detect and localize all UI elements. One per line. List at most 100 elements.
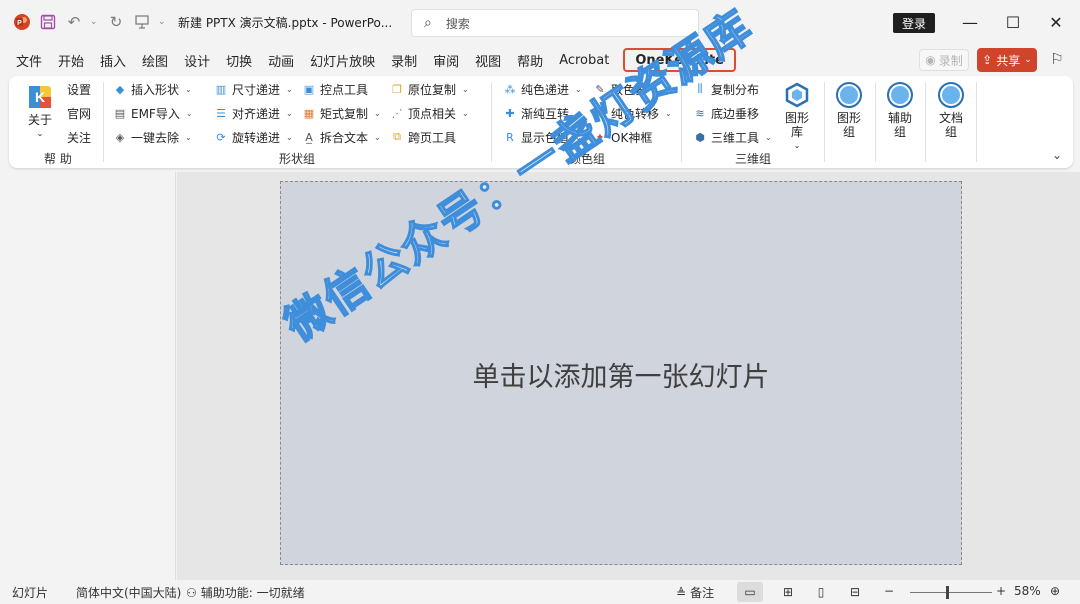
zoom-slider-track[interactable] [910,592,992,593]
in-place-copy-button[interactable]: ❐ 原位复制 ⌄ [390,79,469,99]
size-step-button[interactable]: ▥ 尺寸递进 ⌄ [214,79,293,99]
share-button[interactable]: ⇪ 共享 ⌄ [977,48,1037,72]
save-icon[interactable] [38,12,58,32]
insert-shape-button[interactable]: ◆ 插入形状 ⌄ [113,79,192,99]
aux-group-button[interactable]: 辅助组 [883,82,917,139]
chevron-down-icon: ⌄ [1024,55,1032,65]
tab-record[interactable]: 录制 [383,46,425,74]
tab-view[interactable]: 视图 [467,46,509,74]
show-color-button[interactable]: R 显示色值 ⌄ [503,127,582,147]
language-indicator[interactable]: 简体中文(中国大陆) [76,584,181,601]
pure-step-button[interactable]: ⁂ 纯色递进 ⌄ [503,79,582,99]
redo-icon[interactable]: ↻ [106,12,126,32]
emf-import-button[interactable]: ▤ EMF导入 ⌄ [113,103,193,123]
control-point-icon: ▣ [303,82,315,96]
slideshow-view-button[interactable]: ⊟ [842,582,868,602]
one-click-remove-button[interactable]: ◈ 一键去除 ⌄ [113,127,192,147]
copy-icon: ❐ [392,82,402,96]
chevron-down-icon: ⌄ [185,108,193,118]
slide-count: 幻灯片 [12,586,49,600]
in-place-copy-label: 原位复制 [408,82,457,97]
ok-frame-button[interactable]: ✦ OK神框 [593,127,652,147]
presentation-icon[interactable] [132,12,152,32]
doc-group-button[interactable]: 文档组 [934,82,968,139]
tab-help[interactable]: 帮助 [509,46,551,74]
search-box[interactable]: ⌕ 搜索 [411,9,699,37]
tab-file[interactable]: 文件 [8,46,50,74]
pure-convert-button[interactable]: ❖ 纯色转移 ⌄ [593,103,672,123]
tab-slideshow[interactable]: 幻灯片放映 [302,46,383,74]
cross-page-button[interactable]: ⧉ 跨页工具 [390,127,456,147]
separator [103,82,104,162]
copy-distribute-button[interactable]: ⫼ 复制分布 [693,79,759,99]
emf-import-label: EMF导入 [131,106,180,121]
slide-thumbnail-pane[interactable] [0,172,176,580]
slide-sorter-button[interactable]: ⊞ [775,582,801,602]
fit-slide-icon[interactable]: ⊕ [1050,584,1060,598]
undo-icon[interactable]: ↶ [64,12,84,32]
tab-acrobat[interactable]: Acrobat [551,46,617,74]
color-picker-button[interactable]: ✎ 取色器 [593,79,647,99]
reading-view-button[interactable]: ▯ [808,582,834,602]
collapse-ribbon-icon[interactable]: ⌄ [1052,148,1062,162]
tab-onekey-lite[interactable]: OneKey Lite [623,48,736,72]
powerpoint-logo-icon: P [12,12,32,32]
website-button[interactable]: 官网 [67,103,91,123]
zoom-in-button[interactable]: + [996,584,1006,598]
accessibility-label: 辅助功能: 一切就绪 [200,586,305,600]
chevron-down-icon: ⌄ [36,129,44,138]
tab-design[interactable]: 设计 [176,46,218,74]
split-text-button[interactable]: A̲ 拆合文本 ⌄ [302,127,380,147]
vertex-related-button[interactable]: ⋰ 顶点相关 ⌄ [390,103,469,123]
shape-library-label: 图形库 [784,111,809,139]
zoom-level[interactable]: 58% [1014,584,1041,598]
ok-frame-label: OK神框 [611,130,653,145]
tab-draw[interactable]: 绘图 [134,46,176,74]
login-button[interactable]: 登录 [893,13,935,33]
graphic-group-button[interactable]: 图形组 [832,82,866,139]
normal-view-button[interactable]: ▭ [737,582,763,602]
search-icon: ⌕ [424,15,432,31]
eraser-icon: ◈ [115,130,125,144]
tab-review[interactable]: 审阅 [425,46,467,74]
gradient-swap-label: 渐纯互转 [521,106,570,121]
about-label: 关于 [27,113,52,127]
zoom-slider-thumb[interactable] [946,586,949,599]
base-perpendicular-button[interactable]: ≋ 底边垂移 [693,103,759,123]
chevron-down-icon: ⌄ [575,84,582,94]
close-button[interactable]: ✕ [1041,8,1071,36]
follow-button[interactable]: 关注 [67,127,91,147]
control-point-label: 控点工具 [320,82,369,97]
align-step-button[interactable]: ☰ 对齐递进 ⌄ [214,103,293,123]
record-button[interactable]: ◉ 录制 [919,49,969,71]
minimize-button[interactable]: — [955,8,985,36]
graphic-group-label: 图形组 [836,111,861,139]
split-text-label: 拆合文本 [320,130,369,145]
settings-button[interactable]: 设置 [67,79,91,99]
rotate-step-button[interactable]: ⟳ 旋转递进 ⌄ [214,127,292,147]
ribbon: K 关于 ⌄ 设置 官网 关注 帮 助 ◆ 插入形状 ⌄ ▤ EMF导入 ⌄ ◈ 一键去除… [9,76,1073,168]
comments-icon[interactable]: ⚐ [1046,48,1068,70]
accessibility-status[interactable]: ⚇ 辅助功能: 一切就绪 [186,584,305,601]
slide[interactable]: 单击以添加第一张幻灯片 [280,181,962,565]
vertex-icon: ⋰ [391,106,403,120]
gradient-swap-button[interactable]: ✚ 渐纯互转 ⌄ [503,103,581,123]
customize-qa-icon[interactable]: ⌄ [158,17,168,27]
matrix-copy-button[interactable]: ▦ 矩式复制 ⌄ [302,103,381,123]
tab-home[interactable]: 开始 [50,46,92,74]
record-label: 录制 [938,53,963,68]
tab-transitions[interactable]: 切换 [218,46,260,74]
notes-button[interactable]: ≜ 备注 [676,584,714,601]
maximize-button[interactable]: ☐ [998,8,1028,36]
control-point-button[interactable]: ▣ 控点工具 [302,79,368,99]
tab-animations[interactable]: 动画 [260,46,302,74]
onekey-logo-icon: K [29,86,51,108]
tab-insert[interactable]: 插入 [92,46,134,74]
about-button[interactable]: K 关于 ⌄ [23,84,57,141]
color-dots-icon: ⁂ [504,82,516,96]
three-d-tools-button[interactable]: ⬢ 三维工具 ⌄ [693,127,772,147]
undo-dropdown-icon[interactable]: ⌄ [90,17,100,27]
slide-placeholder[interactable]: 单击以添加第一张幻灯片 [473,355,770,394]
zoom-out-button[interactable]: − [884,584,894,598]
shape-library-button[interactable]: 图形库 ⌄ [779,82,815,153]
